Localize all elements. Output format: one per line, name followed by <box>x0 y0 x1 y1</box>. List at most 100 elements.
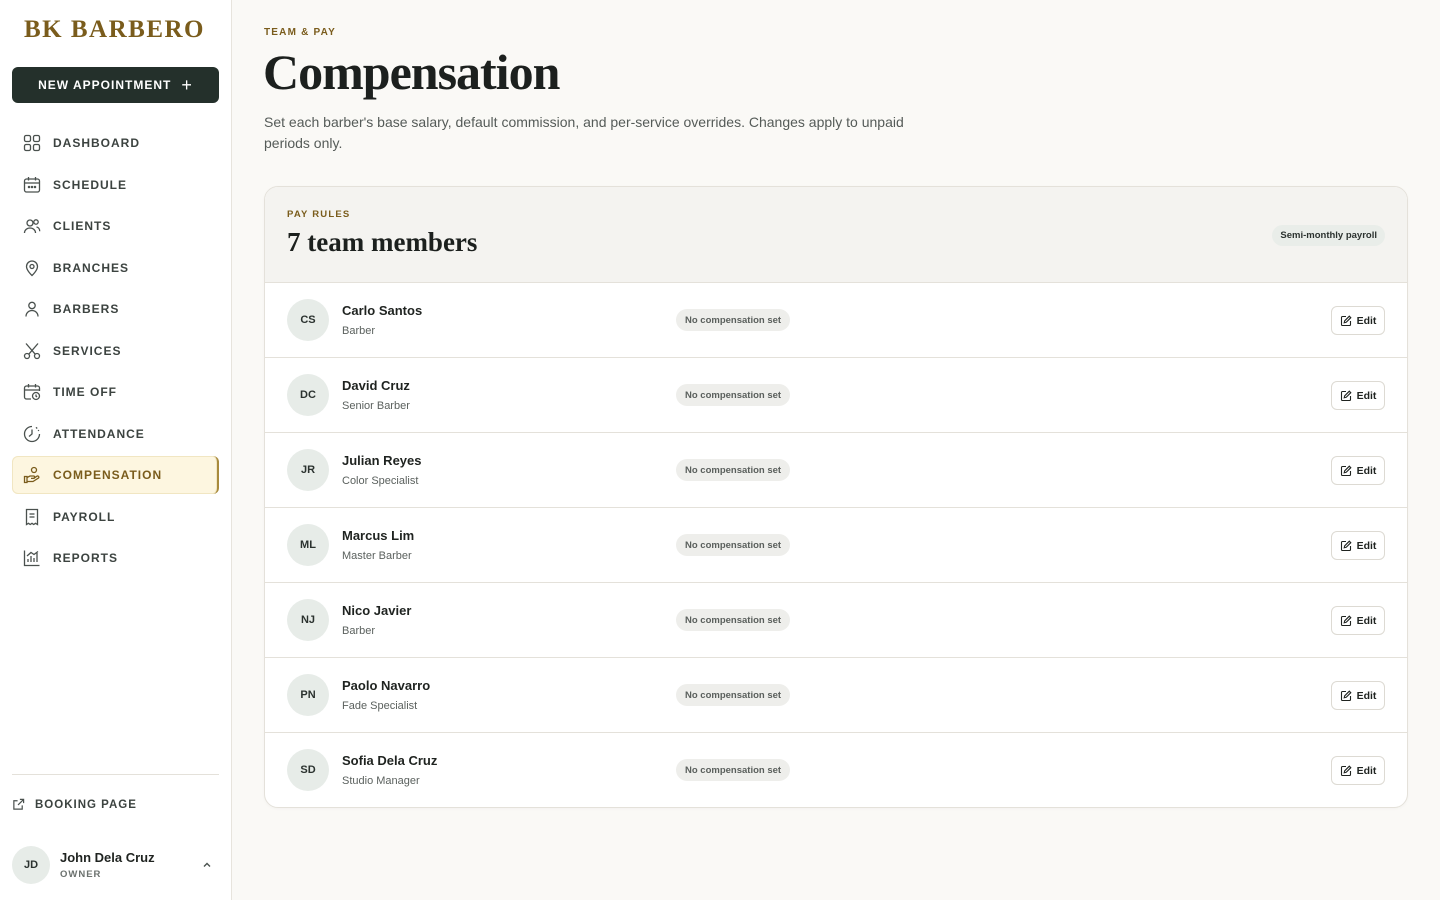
sidebar-item-clients[interactable]: CLIENTS <box>12 207 219 245</box>
sidebar-item-label: REPORTS <box>53 551 119 565</box>
plus-icon: + <box>181 75 193 95</box>
calendar-clock-icon <box>23 384 41 401</box>
external-link-icon <box>13 798 25 810</box>
sidebar-item-label: TIME OFF <box>53 385 117 399</box>
member-role: Fade Specialist <box>342 700 418 712</box>
sidebar-item-compensation[interactable]: COMPENSATION <box>12 456 219 494</box>
edit-label: Edit <box>1356 314 1377 327</box>
member-info: Julian Reyes Color Specialist <box>342 453 422 487</box>
member-info: Carlo Santos Barber <box>342 303 422 337</box>
avatar: CS <box>287 299 329 341</box>
avatar: NJ <box>287 599 329 641</box>
member-name: Paolo Navarro <box>342 678 431 693</box>
edit-button[interactable]: Edit <box>1331 456 1385 485</box>
sidebar-item-reports[interactable]: REPORTS <box>12 539 219 577</box>
grid-icon <box>23 134 41 152</box>
edit-button[interactable]: Edit <box>1331 756 1385 785</box>
avatar: ML <box>287 524 329 566</box>
table-row: SD Sofia Dela Cruz Studio Manager No com… <box>265 733 1407 807</box>
status-badge: No compensation set <box>676 384 791 406</box>
sidebar-item-label: BRANCHES <box>53 260 130 275</box>
member-role: Barber <box>342 325 376 337</box>
sidebar-item-label: ATTENDANCE <box>53 426 145 441</box>
member-info: Marcus Lim Master Barber <box>342 528 414 562</box>
user-role: OWNER <box>60 869 102 880</box>
status-badge: No compensation set <box>676 684 791 706</box>
payroll-frequency-badge: Semi-monthly payroll <box>1272 225 1385 246</box>
booking-page-link[interactable]: BOOKING PAGE <box>12 798 137 811</box>
member-name: Julian Reyes <box>342 453 422 468</box>
sidebar-item-label: BARBERS <box>53 302 120 316</box>
edit-label: Edit <box>1356 539 1377 552</box>
new-appointment-button[interactable]: NEW APPOINTMENT + <box>12 67 219 103</box>
table-row: CS Carlo Santos Barber No compensation s… <box>265 283 1407 358</box>
edit-icon <box>1340 464 1352 476</box>
edit-icon <box>1340 614 1352 626</box>
sidebar-divider <box>12 774 219 775</box>
scissors-icon <box>23 342 41 359</box>
edit-label: Edit <box>1356 389 1377 402</box>
card-title: 7 team members <box>287 227 478 257</box>
sidebar: BK BARBERO NEW APPOINTMENT + DASHBOARD S… <box>0 0 232 900</box>
sidebar-item-label: DASHBOARD <box>53 136 140 150</box>
card-eyebrow: PAY RULES <box>287 209 351 220</box>
sidebar-item-label: COMPENSATION <box>53 468 163 482</box>
user-icon <box>25 301 39 317</box>
user-name: John Dela Cruz <box>60 850 155 865</box>
sidebar-item-label: PAYROLL <box>53 509 116 524</box>
table-row: NJ Nico Javier Barber No compensation se… <box>265 583 1407 658</box>
calendar-icon <box>23 176 41 193</box>
sidebar-nav: DASHBOARD SCHEDULE CLIENTS BRANCHES BARB… <box>12 124 219 581</box>
table-row: ML Marcus Lim Master Barber No compensat… <box>265 508 1407 583</box>
member-role: Studio Manager <box>342 775 420 787</box>
sidebar-item-barbers[interactable]: BARBERS <box>12 290 219 328</box>
edit-icon <box>1340 314 1352 326</box>
edit-icon <box>1340 539 1352 551</box>
edit-label: Edit <box>1356 689 1377 702</box>
member-role: Senior Barber <box>342 400 410 412</box>
edit-icon <box>1340 764 1352 776</box>
avatar: JD <box>12 846 50 884</box>
edit-label: Edit <box>1356 764 1377 777</box>
avatar: DC <box>287 374 329 416</box>
page-subtitle: Set each barber's base salary, default c… <box>264 114 904 151</box>
member-name: Marcus Lim <box>342 528 415 543</box>
edit-button[interactable]: Edit <box>1331 531 1385 560</box>
member-role: Barber <box>342 625 376 637</box>
edit-icon <box>1340 389 1352 401</box>
map-pin-icon <box>25 259 39 276</box>
status-badge: No compensation set <box>676 759 791 781</box>
sidebar-item-time-off[interactable]: TIME OFF <box>12 373 219 411</box>
sidebar-item-label: SCHEDULE <box>53 177 128 192</box>
chevron-up-icon[interactable] <box>201 859 213 871</box>
member-info: Nico Javier Barber <box>342 603 411 637</box>
member-info: David Cruz Senior Barber <box>342 378 410 412</box>
sidebar-item-schedule[interactable]: SCHEDULE <box>12 166 219 204</box>
sidebar-item-services[interactable]: SERVICES <box>12 332 219 370</box>
page-title: Compensation <box>263 44 560 100</box>
member-name: Nico Javier <box>342 603 412 618</box>
edit-button[interactable]: Edit <box>1331 681 1385 710</box>
table-row: DC David Cruz Senior Barber No compensat… <box>265 358 1407 433</box>
brand-logo[interactable]: BK BARBERO <box>24 16 205 44</box>
edit-button[interactable]: Edit <box>1331 306 1385 335</box>
receipt-icon <box>25 508 39 526</box>
member-name: Sofia Dela Cruz <box>342 753 438 768</box>
edit-label: Edit <box>1356 614 1377 627</box>
card-header: PAY RULES 7 team members Semi-monthly pa… <box>265 187 1407 283</box>
edit-button[interactable]: Edit <box>1331 606 1385 635</box>
sidebar-item-attendance[interactable]: ATTENDANCE <box>12 415 219 453</box>
status-badge: No compensation set <box>676 459 791 481</box>
avatar: JR <box>287 449 329 491</box>
sidebar-item-dashboard[interactable]: DASHBOARD <box>12 124 219 162</box>
edit-label: Edit <box>1356 464 1377 477</box>
status-badge: No compensation set <box>676 609 791 631</box>
table-row: JR Julian Reyes Color Specialist No comp… <box>265 433 1407 508</box>
sidebar-item-payroll[interactable]: PAYROLL <box>12 498 219 536</box>
status-badge: No compensation set <box>676 309 791 331</box>
hand-coins-icon <box>23 466 40 484</box>
table-row: PN Paolo Navarro Fade Specialist No comp… <box>265 658 1407 733</box>
edit-button[interactable]: Edit <box>1331 381 1385 410</box>
user-menu[interactable]: JD John Dela Cruz OWNER <box>12 845 219 885</box>
sidebar-item-branches[interactable]: BRANCHES <box>12 249 219 287</box>
